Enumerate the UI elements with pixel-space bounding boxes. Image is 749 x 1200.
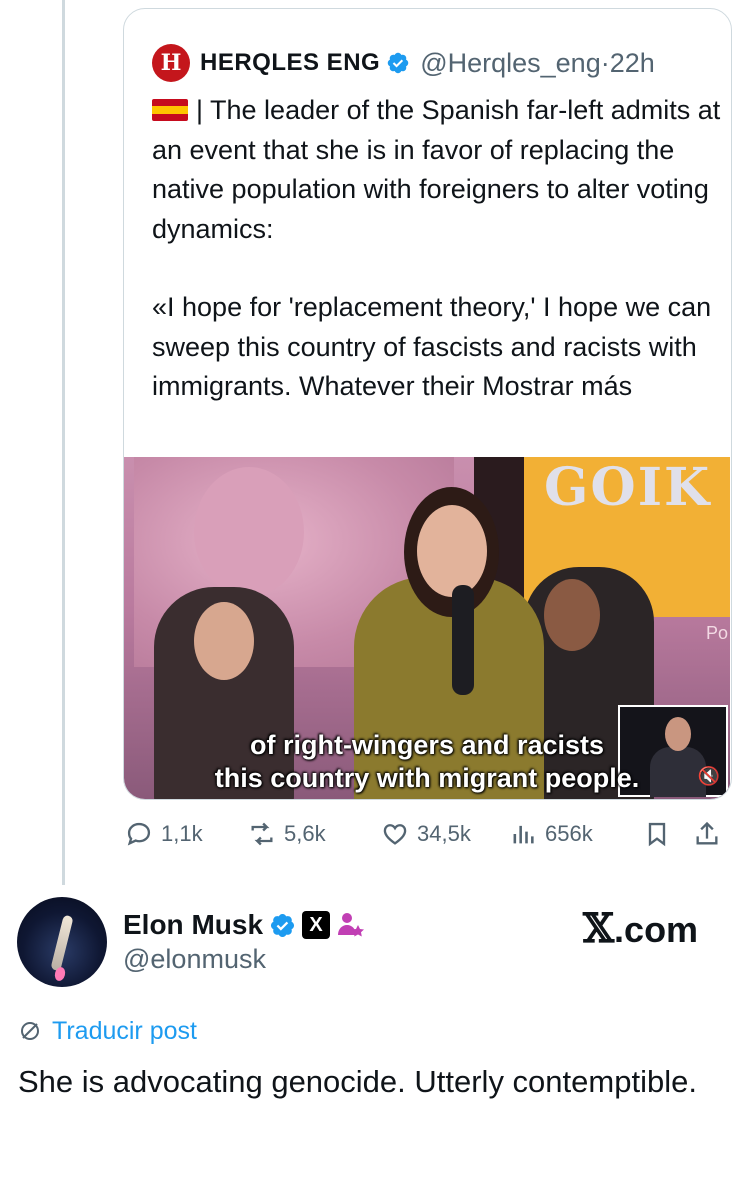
repost-button[interactable]: 5,6k xyxy=(248,814,326,854)
avatar-rocket-image xyxy=(50,914,74,972)
elon-musk-avatar[interactable] xyxy=(17,897,107,987)
person-left-face xyxy=(194,602,254,680)
quoted-post-actions: 1,1k 5,6k 34,5k 656k xyxy=(123,814,732,854)
views-count: 656k xyxy=(545,821,593,846)
translate-post-link[interactable]: Traducir post xyxy=(18,1014,197,1048)
x-affiliation-badge-icon: X xyxy=(302,911,331,939)
repost-icon xyxy=(251,822,273,846)
bookmark-icon xyxy=(648,822,666,847)
reply-author-row: Elon Musk X xyxy=(123,905,366,945)
views-button[interactable]: 656k xyxy=(509,814,593,854)
community-affiliation-icon xyxy=(338,913,365,937)
reply-author-handle[interactable]: @elonmusk xyxy=(123,944,266,975)
banner-label-right: Po xyxy=(706,623,729,643)
heart-icon xyxy=(383,824,407,845)
banner-text: GOIK xyxy=(544,457,712,518)
x-com-watermark: 𝕏.com xyxy=(583,905,699,952)
time-separator: · xyxy=(600,47,610,78)
herqles-logo-avatar[interactable]: H xyxy=(152,44,190,82)
person-right-face xyxy=(544,579,600,651)
share-icon xyxy=(696,821,718,845)
quoted-post-time[interactable]: 22h xyxy=(610,48,655,79)
translate-icon xyxy=(21,1022,39,1040)
quoted-author-name[interactable]: HERQLES ENG xyxy=(200,49,380,77)
quoted-post-header: H HERQLES ENG @Herqles_eng · 22h xyxy=(152,43,655,83)
x-logo-icon: 𝕏 xyxy=(583,905,615,952)
reply-post-text: She is advocating genocide. Utterly cont… xyxy=(18,1064,697,1099)
reply-button[interactable]: 1,1k xyxy=(125,814,203,854)
reply-author-name[interactable]: Elon Musk xyxy=(123,909,263,941)
verified-badge-icon xyxy=(387,52,409,74)
like-button[interactable]: 34,5k xyxy=(381,814,471,854)
quoted-author-handle[interactable]: @Herqles_eng xyxy=(420,48,601,79)
subtitle-line-1: of right-wingers and racists xyxy=(249,730,605,760)
microphone xyxy=(452,585,474,695)
repost-count: 5,6k xyxy=(284,821,326,846)
bookmark-button[interactable] xyxy=(643,814,679,854)
video-media[interactable]: GOIK emos Po 🔇 of right-wingers and raci… xyxy=(124,457,730,799)
verified-badge-icon xyxy=(270,913,295,937)
speaker-face xyxy=(417,505,487,597)
reply-count: 1,1k xyxy=(161,821,203,846)
show-more-link[interactable]: Mostrar más xyxy=(482,371,632,401)
thread-connector-line xyxy=(62,0,65,885)
poster-face xyxy=(194,467,304,597)
share-button[interactable] xyxy=(693,814,729,854)
spain-flag-icon xyxy=(152,99,188,121)
subtitle-line-2: this country with migrant people. xyxy=(214,763,640,793)
quoted-post-text: | The leader of the Spanish far-left adm… xyxy=(152,91,722,407)
video-subtitle: of right-wingers and racists this countr… xyxy=(124,729,730,795)
views-chart-icon xyxy=(513,825,534,844)
quoted-text-paragraph-1: | The leader of the Spanish far-left adm… xyxy=(152,95,721,244)
translate-label[interactable]: Traducir post xyxy=(52,1017,197,1046)
quoted-post-card[interactable]: H HERQLES ENG @Herqles_eng · 22h | The l… xyxy=(123,8,732,800)
reply-icon xyxy=(127,822,151,846)
like-count: 34,5k xyxy=(417,821,471,846)
